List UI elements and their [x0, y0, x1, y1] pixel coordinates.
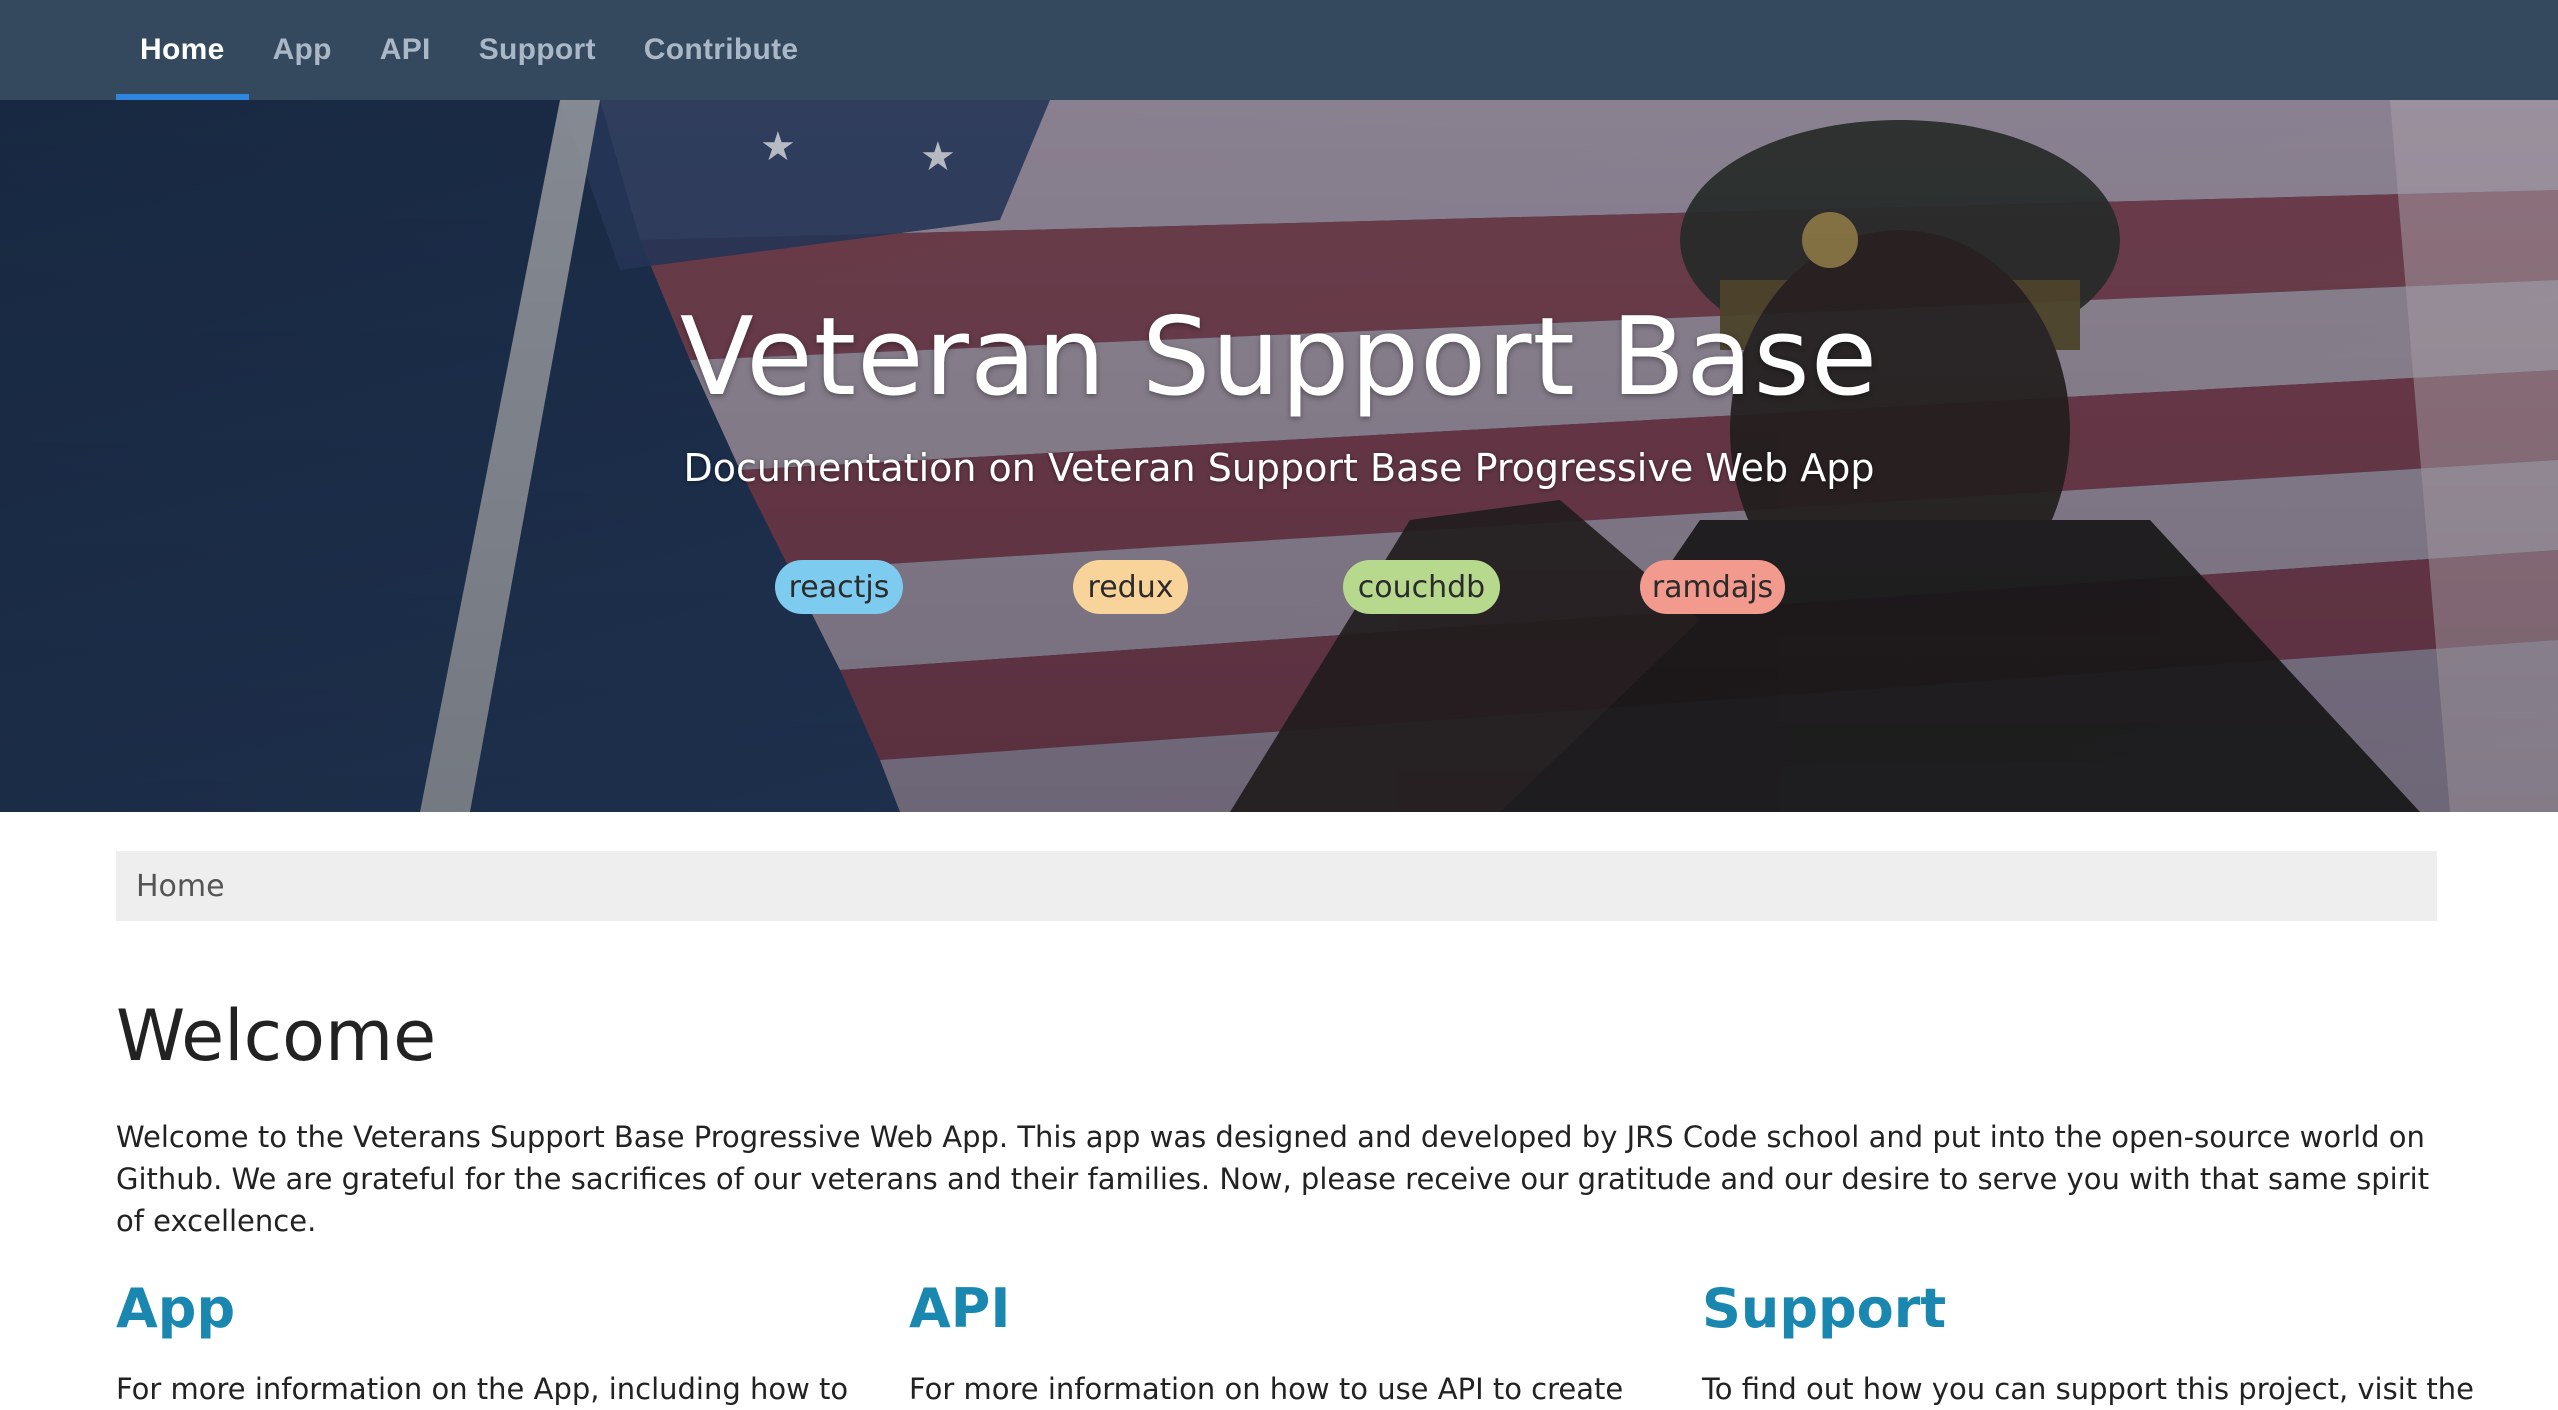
tag-couchdb[interactable]: couchdb [1343, 560, 1500, 614]
breadcrumb-item-home: Home [136, 868, 225, 904]
hero-banner: ★ ★ Veteran Support Base Documentation o… [0, 100, 2558, 812]
tag-ramdajs[interactable]: ramdajs [1640, 560, 1785, 614]
breadcrumb: Home [116, 851, 2437, 921]
nav-item-home[interactable]: Home [116, 0, 249, 100]
section-support: Support To find out how you can support … [1702, 1276, 2474, 1410]
section-support-heading[interactable]: Support [1702, 1276, 2422, 1342]
top-navbar: Home App API Support Contribute [0, 0, 2558, 100]
section-api: API For more information on how to use A… [909, 1276, 1629, 1410]
nav-item-support[interactable]: Support [455, 0, 620, 100]
tag-reactjs[interactable]: reactjs [775, 560, 903, 614]
section-app-heading[interactable]: App [116, 1276, 836, 1342]
section-api-text: For more information on how to use API t… [909, 1372, 1624, 1406]
nav-item-contribute[interactable]: Contribute [620, 0, 823, 100]
hero-title: Veteran Support Base [679, 295, 1879, 420]
nav-list: Home App API Support Contribute [116, 0, 822, 100]
tag-redux[interactable]: redux [1073, 560, 1188, 614]
section-app-text: For more information on the App, includi… [116, 1372, 849, 1406]
welcome-heading: Welcome [116, 995, 437, 1077]
welcome-paragraph: Welcome to the Veterans Support Base Pro… [116, 1120, 2430, 1238]
hero-subtitle: Documentation on Veteran Support Base Pr… [683, 446, 1875, 490]
section-api-heading[interactable]: API [909, 1276, 1629, 1342]
section-support-text: To find out how you can support this pro… [1702, 1372, 2474, 1406]
nav-item-app[interactable]: App [249, 0, 356, 100]
section-app: App For more information on the App, inc… [116, 1276, 849, 1410]
nav-item-api[interactable]: API [356, 0, 455, 100]
